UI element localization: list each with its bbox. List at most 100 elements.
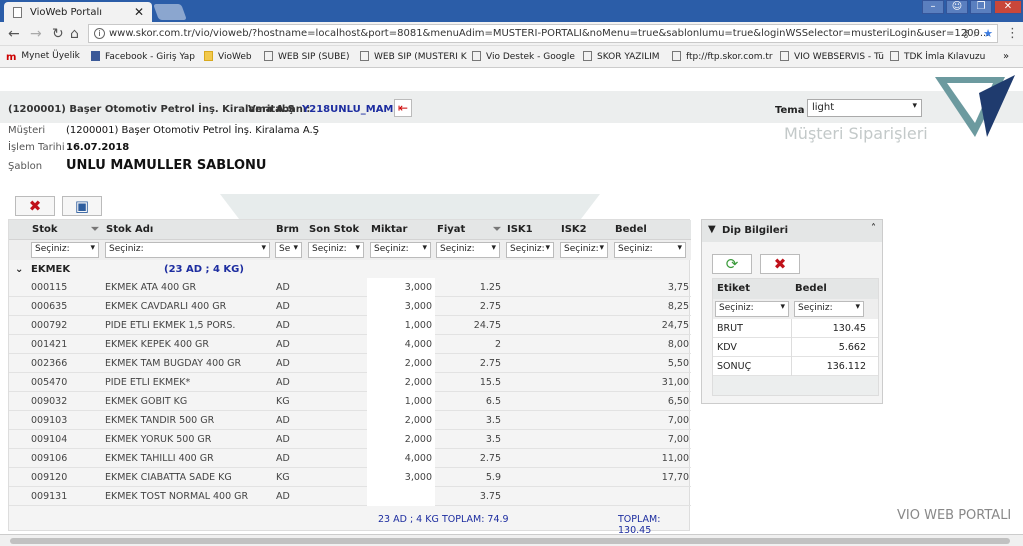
menu-icon[interactable]: ⋮ <box>1006 26 1019 41</box>
cell-price[interactable]: 2.75 <box>480 358 501 369</box>
cell-price[interactable]: 24.75 <box>474 320 501 331</box>
cell-price[interactable]: 2.75 <box>480 453 501 464</box>
cell-name: EKMEK TAHILLI 400 GR <box>105 453 214 464</box>
table-row[interactable]: 009103 EKMEK TANDIR 500 GR AD 2,000 3.5 7,00 <box>9 411 691 430</box>
bookmark-item[interactable]: Vio Destek - Google <box>472 51 575 62</box>
cell-quantity[interactable]: 2,000 <box>405 377 432 388</box>
logout-icon[interactable]: ⇤ <box>394 99 412 117</box>
dip-delete-button[interactable]: ✖ <box>760 254 800 274</box>
table-row[interactable]: 005470 PIDE ETLI EKMEK* AD 2,000 15.5 31,00 <box>9 373 691 392</box>
amount-filter[interactable]: Seçiniz: ▾ <box>614 242 686 258</box>
column-header[interactable]: Brm <box>276 224 299 235</box>
cell-price[interactable]: 5.9 <box>486 472 501 483</box>
isk1-filter[interactable]: Seçiniz: ▾ <box>506 242 554 258</box>
filter-icon[interactable]: ⏷ <box>91 224 99 235</box>
cell-quantity[interactable]: 3,000 <box>405 472 432 483</box>
cell-price[interactable]: 3.5 <box>486 415 501 426</box>
cell-price[interactable]: 3.5 <box>486 434 501 445</box>
forward-icon[interactable]: → <box>30 26 42 42</box>
minimize-button[interactable]: – <box>922 0 944 14</box>
info-icon[interactable]: i <box>94 28 105 39</box>
cell-quantity[interactable]: 4,000 <box>405 339 432 350</box>
column-header[interactable]: Fiyat <box>437 224 465 235</box>
filter-icon[interactable]: ⏷ <box>493 224 501 235</box>
bookmark-item[interactable]: m Mynet Üyelik <box>6 51 80 63</box>
bookmark-item[interactable]: WEB SIP (SUBE) <box>264 51 349 62</box>
cell-quantity[interactable]: 4,000 <box>405 453 432 464</box>
key-icon[interactable]: ⚷ <box>962 27 970 40</box>
bookmark-star-icon[interactable]: ★ <box>983 27 993 40</box>
browser-tab[interactable]: VioWeb Portalı ✕ <box>4 2 152 22</box>
quantity-filter[interactable]: Seçiniz: ▾ <box>370 242 431 258</box>
column-header[interactable]: Miktar <box>371 224 408 235</box>
stock-level-filter[interactable]: Seçiniz: ▾ <box>308 242 364 258</box>
collapse-icon[interactable]: ⌄ <box>15 264 23 275</box>
column-header[interactable]: Etiket <box>717 283 750 294</box>
database-value: Y218UNLU_MAMUL <box>302 104 408 115</box>
zoom-icon[interactable]: ⌕ <box>973 27 979 40</box>
more-bookmarks-icon[interactable]: » <box>1003 51 1009 62</box>
cell-quantity[interactable]: 1,000 <box>405 396 432 407</box>
stock-name-filter[interactable]: Seçiniz: ▾ <box>105 242 270 258</box>
cell-quantity[interactable]: 2,000 <box>405 415 432 426</box>
close-tab-icon[interactable]: ✕ <box>134 5 144 19</box>
table-row[interactable]: 009106 EKMEK TAHILLI 400 GR AD 4,000 2.75 11,… <box>9 449 691 468</box>
home-icon[interactable]: ⌂ <box>70 26 79 42</box>
close-window-button[interactable]: ✕ <box>994 0 1022 14</box>
table-row[interactable]: 000115 EKMEK ATA 400 GR AD 3,000 1.25 3,75 <box>9 278 691 297</box>
column-header[interactable]: Stok Adı <box>106 224 153 235</box>
bookmark-item[interactable]: Facebook - Giriş Yap <box>91 51 195 62</box>
column-header[interactable]: Bedel <box>795 283 827 294</box>
bookmark-item[interactable]: TDK İmla Kılavuzu <box>890 51 985 62</box>
column-header[interactable]: ISK1 <box>507 224 533 235</box>
table-row[interactable]: 002366 EKMEK TAM BUGDAY 400 GR AD 2,000 2.75… <box>9 354 691 373</box>
cell-quantity[interactable]: 2,000 <box>405 434 432 445</box>
cell-quantity[interactable]: 1,000 <box>405 320 432 331</box>
isk2-filter[interactable]: Seçiniz: ▾ <box>560 242 608 258</box>
refresh-button[interactable]: ⟳ <box>712 254 752 274</box>
back-icon[interactable]: ← <box>8 26 20 42</box>
cell-quantity[interactable]: 2,000 <box>405 358 432 369</box>
save-button[interactable]: ▣ <box>62 196 102 216</box>
url-field[interactable]: i www.skor.com.tr/vio/vioweb/?hostname=l… <box>88 24 998 43</box>
bookmark-item[interactable]: VIO WEBSERVIS - Tü <box>780 51 884 62</box>
price-filter[interactable]: Seçiniz: ▾ <box>436 242 500 258</box>
restore-button[interactable]: ❐ <box>970 0 992 14</box>
theme-select[interactable]: light ▾ <box>807 99 922 117</box>
delete-button[interactable]: ✖ <box>15 196 55 216</box>
unit-filter[interactable]: Se ▾ <box>275 242 302 258</box>
label-filter[interactable]: Seçiniz: ▾ <box>715 301 789 317</box>
column-header[interactable]: Son Stok <box>309 224 359 235</box>
cell-price[interactable]: 2 <box>495 339 501 350</box>
bookmark-item[interactable]: SKOR YAZILIM <box>583 51 660 62</box>
cell-quantity[interactable]: 3,000 <box>405 282 432 293</box>
cell-price[interactable]: 1.25 <box>480 282 501 293</box>
bookmark-item[interactable]: ftp://ftp.skor.com.tr <box>672 51 773 62</box>
bookmark-item[interactable]: VioWeb <box>204 51 252 62</box>
cell-price[interactable]: 6.5 <box>486 396 501 407</box>
user-button[interactable]: ☺ <box>946 0 968 14</box>
horizontal-scrollbar[interactable] <box>0 534 1023 546</box>
bookmark-item[interactable]: WEB SIP (MUSTERI K <box>360 51 467 62</box>
value-filter[interactable]: Seçiniz: ▾ <box>794 301 864 317</box>
table-row[interactable]: 000635 EKMEK CAVDARLI 400 GR AD 3,000 2.75 8,… <box>9 297 691 316</box>
reload-icon[interactable]: ↻ <box>52 26 64 42</box>
table-row[interactable]: 009120 EKMEK CIABATTA SADE KG KG 3,000 5.9 17… <box>9 468 691 487</box>
new-tab-button[interactable] <box>153 4 187 20</box>
group-row[interactable]: ⌄ EKMEK (23 AD ; 4 KG) <box>9 261 691 278</box>
cell-price[interactable]: 2.75 <box>480 301 501 312</box>
table-row[interactable]: 000792 PIDE ETLI EKMEK 1,5 PORS. AD 1,000 24… <box>9 316 691 335</box>
cell-price[interactable]: 3.75 <box>480 491 501 502</box>
table-row[interactable]: 009032 EKMEK GOBIT KG KG 1,000 6.5 6,50 <box>9 392 691 411</box>
table-row[interactable]: 009131 EKMEK TOST NORMAL 400 GR AD 3.75 <box>9 487 691 506</box>
column-header[interactable]: ISK2 <box>561 224 587 235</box>
table-row[interactable]: 009104 EKMEK YORUK 500 GR AD 2,000 3.5 7,00 <box>9 430 691 449</box>
dip-panel-header[interactable]: ▼ Dip Bilgileri ˄ <box>702 220 882 242</box>
column-header[interactable]: Stok <box>32 224 58 235</box>
chevron-up-icon[interactable]: ˄ <box>871 223 876 234</box>
stock-code-filter[interactable]: Seçiniz: ▾ <box>31 242 99 258</box>
column-header[interactable]: Bedel <box>615 224 647 235</box>
cell-quantity[interactable]: 3,000 <box>405 301 432 312</box>
cell-price[interactable]: 15.5 <box>480 377 501 388</box>
table-row[interactable]: 001421 EKMEK KEPEK 400 GR AD 4,000 2 8,00 <box>9 335 691 354</box>
